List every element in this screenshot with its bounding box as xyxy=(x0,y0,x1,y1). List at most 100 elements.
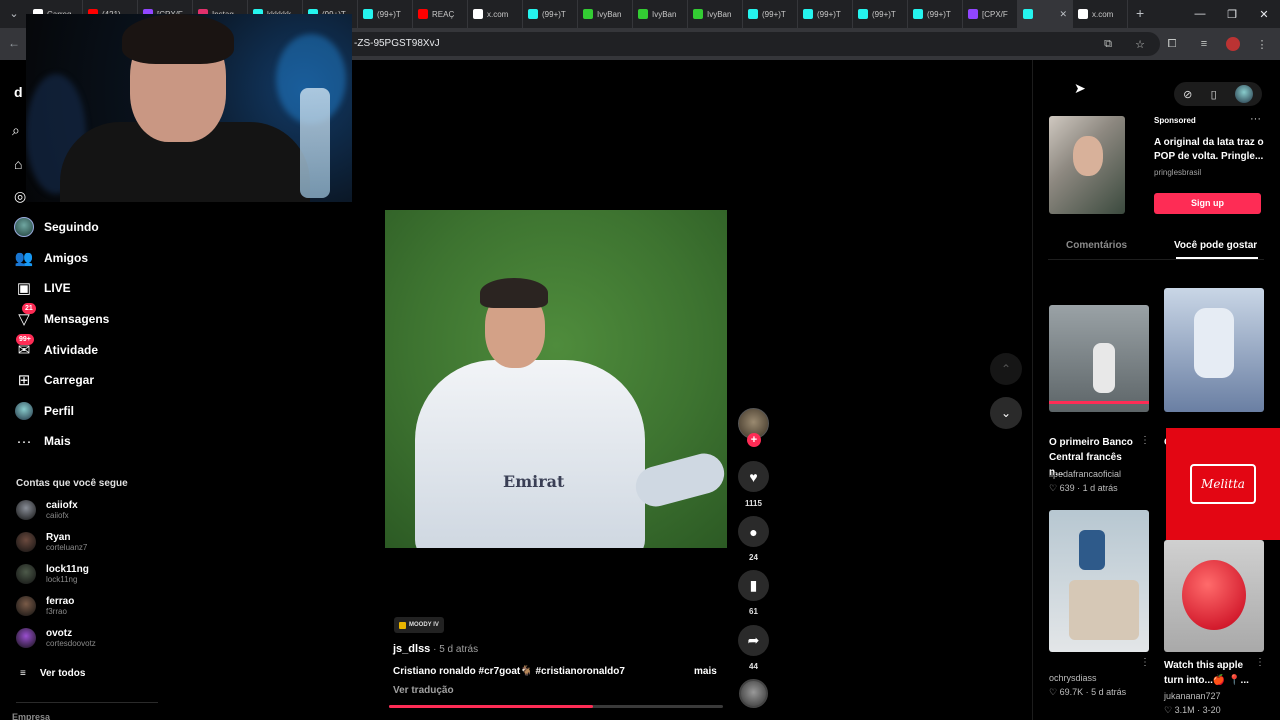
account-avatar xyxy=(16,564,36,584)
tab-favicon-icon xyxy=(473,9,483,19)
card-more-icon[interactable]: ⋮ xyxy=(1140,435,1150,446)
menu-kebab-icon[interactable]: ⋮ xyxy=(1252,34,1272,54)
browser-tab[interactable]: (99+)T xyxy=(523,0,578,28)
messages-badge: 21 xyxy=(22,303,36,314)
like-heart-icon[interactable]: ♥ xyxy=(738,461,769,492)
suggested-video-thumbnail[interactable] xyxy=(1164,540,1264,652)
browser-tab[interactable]: IvyBan xyxy=(688,0,743,28)
home-icon[interactable]: ⌂ xyxy=(14,156,22,172)
ad-more-dots-icon[interactable]: ··· xyxy=(1250,113,1261,125)
follow-plus-icon[interactable]: + xyxy=(747,433,761,447)
ad-title[interactable]: A original da lata traz o POP de volta. … xyxy=(1154,136,1264,164)
browser-tab[interactable]: ✕ xyxy=(1018,0,1073,28)
back-arrow-icon[interactable]: ← xyxy=(8,36,20,50)
tab-favicon-icon xyxy=(418,9,428,19)
next-video-chevron-down-icon[interactable]: ⌄ xyxy=(990,397,1022,429)
tab-close-icon[interactable]: ✕ xyxy=(1059,9,1067,20)
extensions-puzzle-icon[interactable]: ⧠ xyxy=(1162,34,1182,54)
sidebar-item-perfil[interactable]: Perfil xyxy=(14,400,74,422)
following-account-item[interactable]: lock11ng lock11ng xyxy=(16,562,89,586)
video-progress-bar[interactable] xyxy=(389,705,723,708)
tab-label: (99+)T xyxy=(762,9,786,19)
share-arrow-icon[interactable]: ➦ xyxy=(738,625,769,656)
ad-thumbnail[interactable] xyxy=(1049,116,1125,214)
close-window-icon[interactable]: ✕ xyxy=(1248,0,1280,28)
profile-avatar[interactable] xyxy=(1226,37,1240,51)
media-queue-icon[interactable]: ≡ xyxy=(1194,34,1214,54)
browser-tab[interactable]: IvyBan xyxy=(633,0,688,28)
tab-label: (99+)T xyxy=(377,9,401,19)
user-avatar[interactable] xyxy=(1234,85,1253,103)
following-account-item[interactable]: ovotz cortesdoovotz xyxy=(16,626,96,650)
restore-icon[interactable]: ❐ xyxy=(1216,0,1248,28)
suggested-video-thumbnail[interactable] xyxy=(1049,305,1149,412)
following-account-item[interactable]: caiiofx caiiofx xyxy=(16,498,78,522)
new-tab-plus-icon[interactable]: + xyxy=(1136,5,1144,21)
music-tag[interactable]: MOODY IV xyxy=(394,617,444,633)
tiktok-logo[interactable]: d xyxy=(14,84,23,100)
browser-tab[interactable]: IvyBan xyxy=(578,0,633,28)
suggested-video-author[interactable]: ochrysdiass xyxy=(1049,673,1097,683)
account-name: ferrao xyxy=(46,596,75,607)
browser-tab[interactable]: (99+)T xyxy=(743,0,798,28)
install-app-icon[interactable]: ⧉ xyxy=(1098,34,1118,54)
footer-empresa-link[interactable]: Empresa xyxy=(12,712,50,720)
following-account-item[interactable]: Ryan corteluanz7 xyxy=(16,530,87,554)
bookmark-icon[interactable]: ▮ xyxy=(738,570,769,601)
suggested-video-thumbnail[interactable] xyxy=(1049,510,1149,652)
following-accounts-heading: Contas que você segue xyxy=(16,478,128,489)
video-author[interactable]: js_dlss · 5 d atrás xyxy=(393,643,478,655)
browser-tab[interactable]: (99+)T xyxy=(358,0,413,28)
music-disc-icon[interactable] xyxy=(739,679,768,708)
comment-bubble-icon[interactable]: ● xyxy=(738,516,769,547)
tab-label: IvyBan xyxy=(707,9,732,19)
address-bar[interactable]: -ZS-95PGST98XvJ xyxy=(340,32,1160,56)
translate-link[interactable]: Ver tradução xyxy=(393,685,454,696)
ad-signup-button[interactable]: Sign up xyxy=(1154,193,1261,214)
previous-video-chevron-up-icon[interactable]: ⌃ xyxy=(990,353,1022,385)
sidebar-item-label: Mais xyxy=(44,434,71,448)
sidebar-item-carregar[interactable]: ⊞ Carregar xyxy=(14,369,94,391)
tab-voce-pode-gostar[interactable]: Você pode gostar xyxy=(1174,240,1257,251)
sidebar-item-seguindo[interactable]: Seguindo xyxy=(14,216,99,238)
bookmark-star-icon[interactable]: ☆ xyxy=(1130,34,1150,54)
suggested-video-author[interactable]: jukananan727 xyxy=(1164,691,1221,701)
sidebar-item-mensagens[interactable]: ▽ 21 Mensagens xyxy=(14,303,109,330)
see-all-link[interactable]: ≡ Ver todos xyxy=(20,668,85,679)
sidebar-item-atividade[interactable]: ✉ 99+ Atividade xyxy=(14,334,98,361)
following-account-item[interactable]: ferrao f3rrao xyxy=(16,594,74,618)
sidebar-item-amigos[interactable]: 👥 Amigos xyxy=(14,247,88,269)
tab-search-chevron-icon[interactable]: ⌄ xyxy=(6,6,22,22)
browser-tab[interactable]: (99+)T xyxy=(853,0,908,28)
search-icon[interactable]: ⌕ xyxy=(12,122,20,139)
suggested-video-title[interactable]: Watch this apple turn into...🍎 📍... xyxy=(1164,658,1254,688)
sidebar-item-mais[interactable]: ··· Mais xyxy=(14,430,71,452)
sidebar-item-label: LIVE xyxy=(44,281,71,295)
melitta-logo: Melitta xyxy=(1190,464,1256,504)
phone-icon[interactable]: ▯ xyxy=(1211,88,1217,101)
card-more-icon[interactable]: ⋮ xyxy=(1140,657,1150,668)
card-more-icon[interactable]: ⋮ xyxy=(1255,657,1265,668)
browser-tab[interactable]: REAÇ xyxy=(413,0,468,28)
video-player[interactable]: Emirat xyxy=(385,210,727,548)
browser-tab[interactable]: [CPX/F xyxy=(963,0,1018,28)
sidebar-item-live[interactable]: ▣ LIVE xyxy=(14,277,71,299)
suggested-video-thumbnail[interactable] xyxy=(1164,288,1264,412)
tab-favicon-icon xyxy=(803,9,813,19)
browser-tab[interactable]: (99+)T xyxy=(908,0,963,28)
melitta-promo-banner[interactable]: Melitta xyxy=(1166,428,1280,540)
browser-tab[interactable]: (99+)T xyxy=(798,0,853,28)
tab-comentarios[interactable]: Comentários xyxy=(1066,240,1127,251)
player-arm xyxy=(631,449,727,511)
account-text: lock11ng lock11ng xyxy=(46,564,89,584)
suggested-video-author[interactable]: lipedafrancaoficial xyxy=(1049,469,1121,479)
caption-more-button[interactable]: mais xyxy=(694,666,717,677)
browser-tab[interactable]: x.com xyxy=(468,0,523,28)
explore-compass-icon[interactable]: ◎ xyxy=(14,188,26,205)
browser-tab[interactable]: x.com xyxy=(1073,0,1128,28)
minimize-icon[interactable]: — xyxy=(1184,0,1216,28)
tab-favicon-icon xyxy=(363,9,373,19)
sidebar-item-label: Perfil xyxy=(44,404,75,418)
ad-brand[interactable]: pringlesbrasil xyxy=(1154,168,1201,177)
compass-icon[interactable]: ⊘ xyxy=(1183,88,1192,101)
